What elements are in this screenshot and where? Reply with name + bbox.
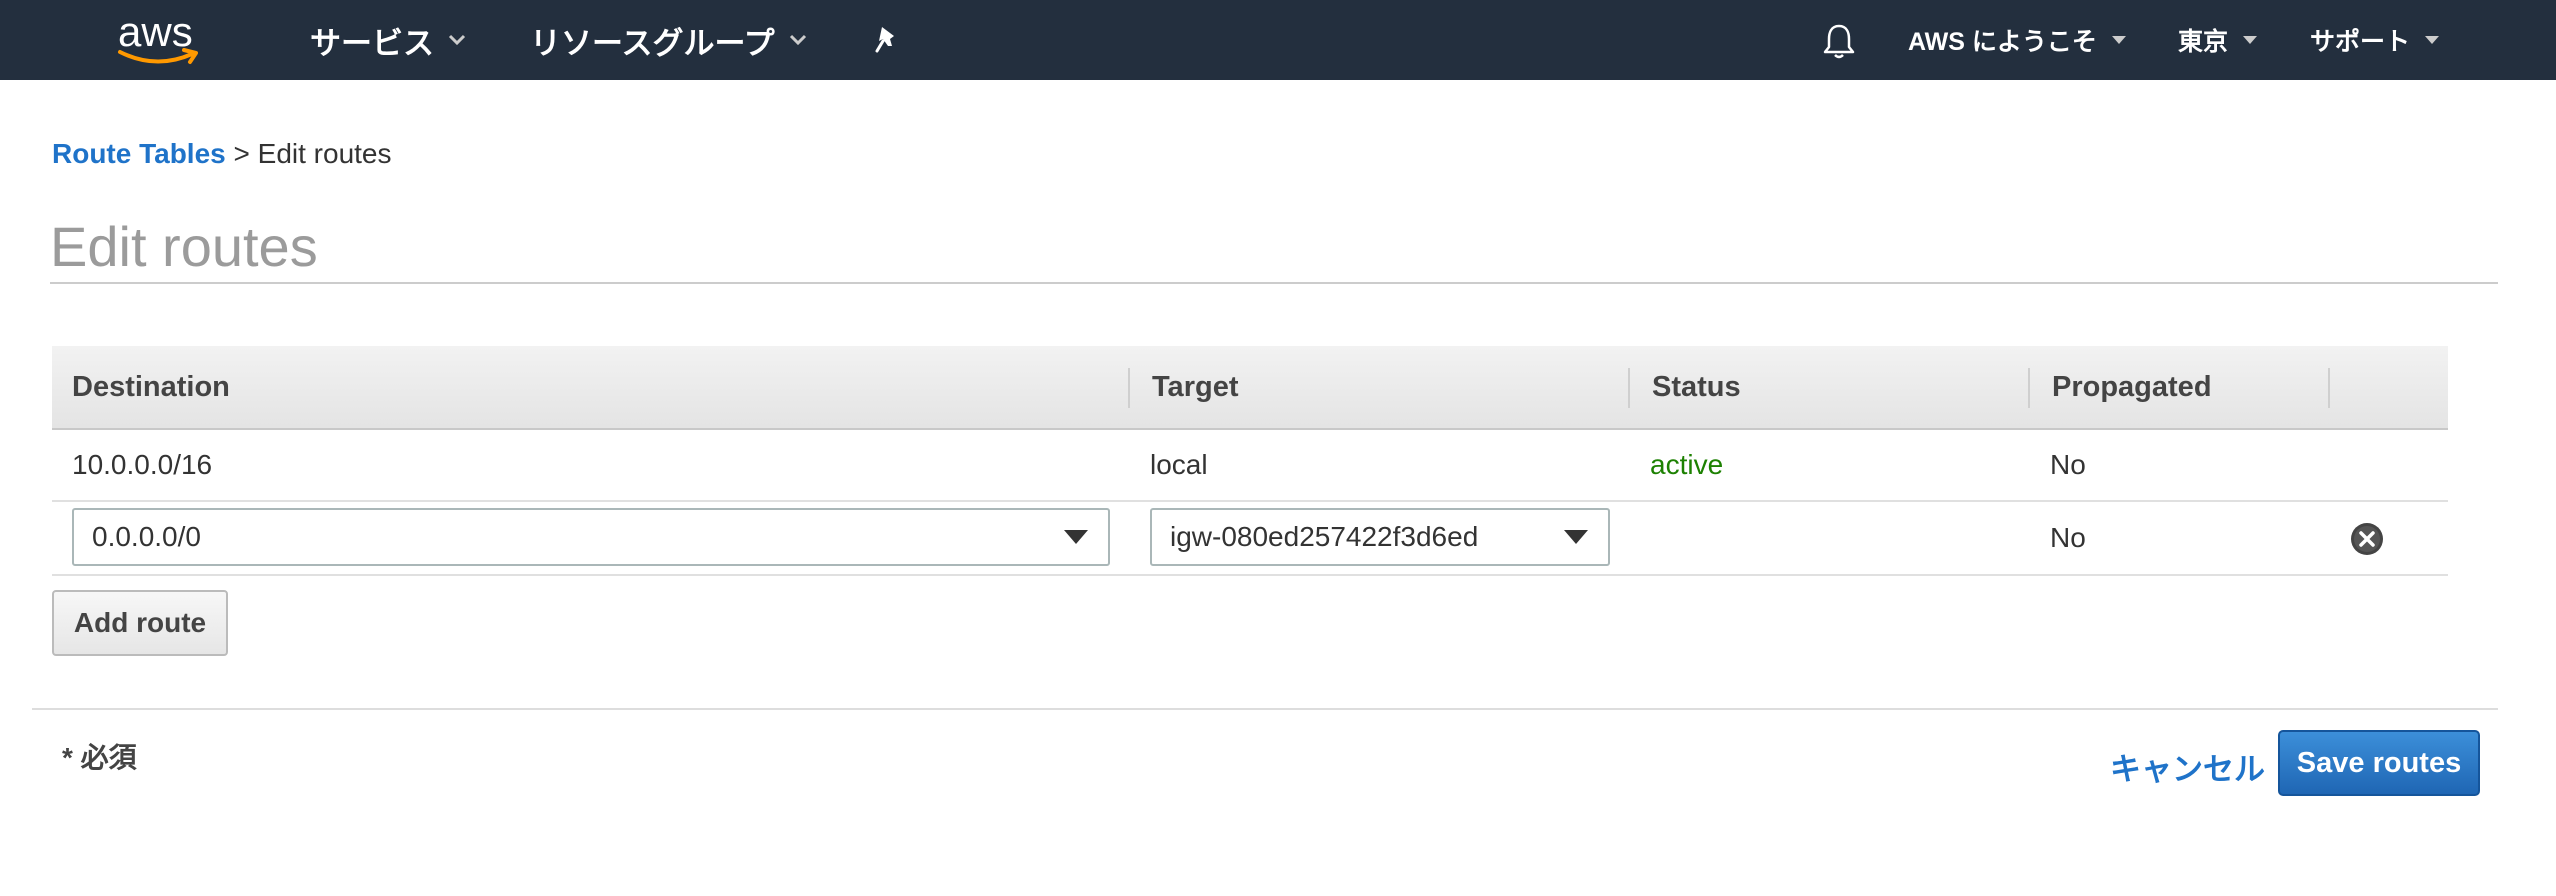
save-routes-button[interactable]: Save routes [2278, 730, 2480, 796]
aws-smile-icon [118, 48, 198, 64]
table-row: 10.0.0.0/16 local active No [52, 430, 2448, 502]
services-label: サービス [310, 25, 434, 61]
region-menu[interactable]: 東京 [2178, 0, 2258, 80]
support-menu[interactable]: サポート [2310, 0, 2440, 80]
route-target: local [1150, 449, 1208, 480]
page-title: Edit routes [50, 215, 318, 278]
cancel-link[interactable]: キャンセル [2110, 744, 2265, 789]
caret-down-icon [2425, 36, 2440, 44]
support-label: サポート [2310, 28, 2411, 56]
breadcrumb-current: Edit routes [257, 138, 392, 169]
top-navigation-bar: aws サービス リソースグループ AWS にようこそ 東京 サポート [0, 0, 2556, 80]
route-propagated: No [2050, 449, 2086, 480]
caret-down-icon [1064, 530, 1088, 544]
table-header: Destination Target Status Propagated [52, 346, 2448, 430]
target-select-value: igw-080ed257422f3d6ed [1170, 521, 1479, 552]
required-note: * 必須 [62, 742, 137, 773]
chevron-down-icon [789, 34, 806, 46]
column-divider [2028, 368, 2030, 408]
column-header-status: Status [1652, 370, 1741, 403]
caret-down-icon [1564, 530, 1588, 544]
breadcrumb-separator: > [233, 138, 250, 169]
routes-table: Destination Target Status Propagated 10.… [52, 346, 2448, 576]
footer-divider [32, 708, 2498, 710]
account-menu[interactable]: AWS にようこそ [1908, 0, 2127, 80]
remove-route-icon[interactable] [2350, 522, 2384, 556]
column-header-destination: Destination [72, 370, 230, 403]
account-label: AWS にようこそ [1908, 28, 2097, 56]
caret-down-icon [2243, 36, 2258, 44]
caret-down-icon [2111, 36, 2126, 44]
column-divider [1128, 368, 1130, 408]
add-route-button[interactable]: Add route [52, 590, 228, 656]
resource-groups-menu[interactable]: リソースグループ [530, 0, 807, 80]
column-divider [2328, 368, 2330, 408]
table-row: 0.0.0.0/0 igw-080ed257422f3d6ed No [52, 502, 2448, 576]
bell-icon[interactable] [1822, 22, 1856, 60]
column-divider [1628, 368, 1630, 408]
destination-select[interactable]: 0.0.0.0/0 [72, 508, 1110, 566]
pin-icon[interactable] [872, 24, 902, 54]
column-header-propagated: Propagated [2052, 370, 2212, 403]
chevron-down-icon [448, 34, 466, 46]
aws-logo[interactable]: aws [116, 8, 206, 68]
route-propagated: No [2050, 522, 2086, 553]
region-label: 東京 [2178, 28, 2229, 56]
breadcrumb: Route Tables > Edit routes [52, 138, 392, 170]
destination-select-value: 0.0.0.0/0 [92, 521, 201, 552]
route-destination: 10.0.0.0/16 [72, 449, 213, 480]
target-select[interactable]: igw-080ed257422f3d6ed [1150, 508, 1610, 566]
column-header-target: Target [1152, 370, 1239, 403]
breadcrumb-route-tables-link[interactable]: Route Tables [52, 138, 226, 169]
resource-groups-label: リソースグループ [530, 25, 775, 61]
title-divider [50, 282, 2498, 284]
services-menu[interactable]: サービス [310, 0, 466, 80]
route-status: active [1650, 449, 1724, 480]
